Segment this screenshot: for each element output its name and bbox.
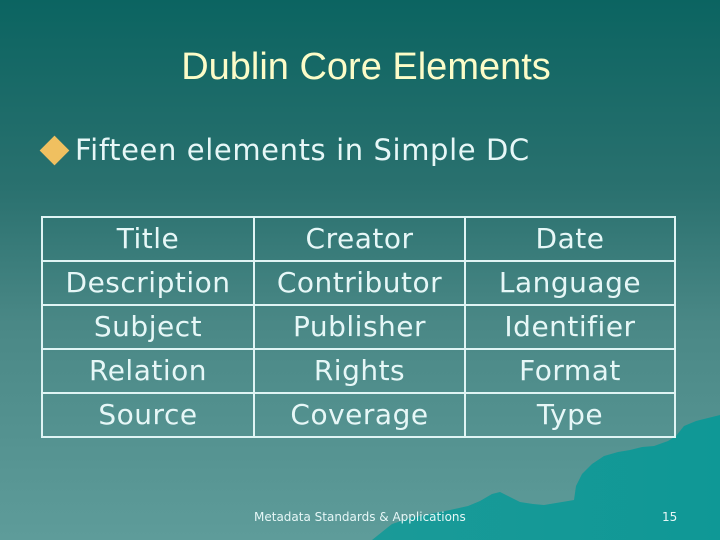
bullet-item: Fifteen elements in Simple DC [38, 130, 530, 170]
table-cell: Date [464, 216, 676, 262]
table-cell: Subject [41, 304, 255, 350]
table-cell: Coverage [253, 392, 466, 438]
table-cell: Relation [41, 348, 255, 394]
table-cell: Contributor [253, 260, 466, 306]
slide-title: Dublin Core Elements [181, 46, 551, 88]
table-row: Description Contributor Language [41, 260, 676, 306]
table-cell: Identifier [464, 304, 676, 350]
table-cell: Publisher [253, 304, 466, 350]
page-number: 15 [662, 510, 678, 524]
table-cell: Language [464, 260, 676, 306]
table-row: Relation Rights Format [41, 348, 676, 394]
footer-text: Metadata Standards & Applications [254, 510, 466, 524]
bullet-text: Fifteen elements in Simple DC [75, 133, 530, 167]
table-row: Source Coverage Type [41, 392, 676, 438]
table-row: Title Creator Date [41, 216, 676, 262]
diamond-bullet-icon [39, 135, 70, 165]
table-row: Subject Publisher Identifier [41, 304, 676, 350]
table-cell: Type [464, 392, 676, 438]
table-cell: Title [41, 216, 255, 262]
elements-table: Title Creator Date Description Contribut… [41, 216, 676, 438]
table-cell: Rights [253, 348, 466, 394]
table-cell: Description [41, 260, 255, 306]
table-cell: Source [41, 392, 255, 438]
table-cell: Creator [253, 216, 466, 262]
table-cell: Format [464, 348, 676, 394]
